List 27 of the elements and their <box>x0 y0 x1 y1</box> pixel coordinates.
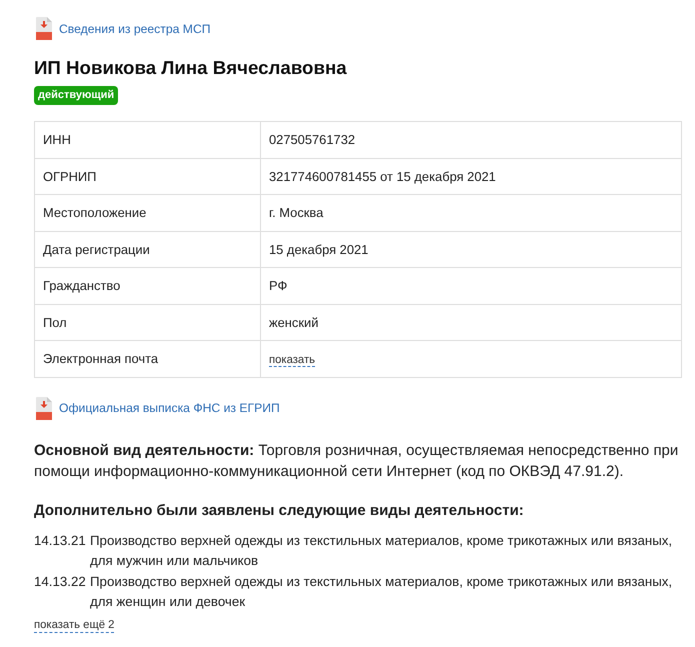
detail-value: женский <box>260 304 682 340</box>
show-more-link[interactable]: показать ещё 2 <box>34 618 114 632</box>
detail-label: Гражданство <box>34 268 260 304</box>
file-download-icon <box>36 17 52 40</box>
activity-name: Производство верхней одежды из текстильных материалов, кроме трикотажных или вязаных, для женщин или девочек <box>90 572 674 611</box>
activity-code: 14.13.21 <box>34 532 87 550</box>
detail-label: Электронная почта <box>34 340 260 377</box>
detail-label: ИНН <box>34 122 260 158</box>
main-activity-text: Основной вид деятельности: Торговля розничная, осуществляемая непосредственно при помощи информационно-коммуникационной сети Интернет (код по ОКВЭД 47.91.2). <box>34 440 680 482</box>
person-name: ИП Новикова Лина Вячеславовна <box>34 57 348 79</box>
detail-label: ОГРНИП <box>34 158 260 194</box>
status-badge: действующий <box>34 86 118 105</box>
detail-value: 027505761732 <box>260 122 682 158</box>
additional-activities-heading: Дополнительно были заявлены следующие виды деятельности: <box>34 500 525 520</box>
detail-value: г. Москва <box>260 194 682 231</box>
activity-code: 14.13.22 <box>34 572 87 590</box>
detail-value: 15 декабря 2021 <box>260 231 682 268</box>
extract-link[interactable]: Официальная выписка ФНС из ЕГРИП <box>59 400 280 416</box>
file-download-icon <box>36 396 52 420</box>
detail-label: Дата регистрации <box>34 231 260 268</box>
show-email-link[interactable]: показать <box>269 354 316 368</box>
registry-link[interactable]: Сведения из реестра МСП <box>59 20 211 36</box>
detail-value: 321774600781455 от 15 декабря 2021 <box>260 158 682 194</box>
detail-label: Пол <box>34 304 260 340</box>
activity-name: Производство верхней одежды из текстильных материалов, кроме трикотажных или вязаных, для мужчин или мальчиков <box>90 532 674 570</box>
detail-label: Местоположение <box>34 194 260 231</box>
detail-value: РФ <box>260 268 682 304</box>
